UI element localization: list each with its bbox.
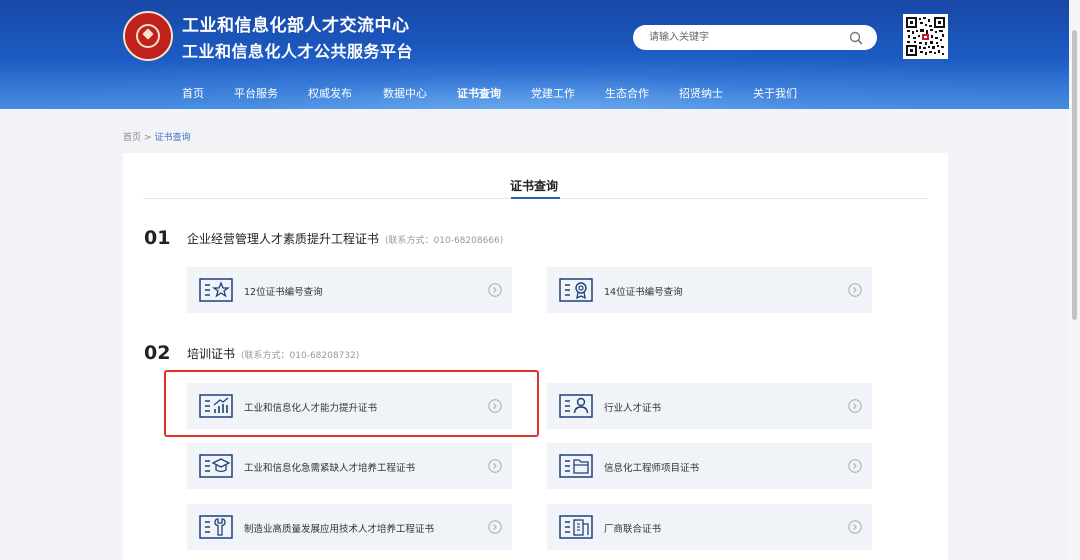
cert-card-label: 工业和信息化急需紧缺人才培养工程证书	[244, 463, 416, 474]
panel-title: 证书查询	[510, 179, 559, 193]
section-title: 培训证书 (联系方式：010-68208732)	[187, 345, 359, 362]
nav-authoritative-release[interactable]: 权威发布	[308, 85, 352, 101]
cert-card-urgent-shortage-talent[interactable]: 工业和信息化急需紧缺人才培养工程证书	[187, 443, 512, 489]
main-nav: 首页 平台服务 权威发布 数据中心 证书查询 党建工作 生态合作 招贤纳士 关于…	[0, 80, 1080, 106]
cert-card-label: 12位证书编号查询	[244, 287, 323, 298]
cert-card-label: 制造业高质量发展应用技术人才培养工程证书	[244, 524, 435, 535]
section-title-text: 企业经营管理人才素质提升工程证书	[187, 232, 380, 246]
cert-card-informatization-engineer[interactable]: 信息化工程师项目证书	[547, 443, 872, 489]
search-icon[interactable]	[848, 30, 864, 46]
nav-about-us[interactable]: 关于我们	[753, 85, 797, 101]
section-title: 企业经营管理人才素质提升工程证书 (联系方式：010-68208666)	[187, 230, 503, 247]
search-box[interactable]	[633, 25, 877, 50]
cert-card-label: 14位证书编号查询	[604, 287, 683, 298]
panel-title-underline	[511, 197, 560, 199]
arrow-right-circle-icon[interactable]	[488, 283, 502, 297]
list-person-icon	[559, 394, 593, 418]
certificate-panel: 证书查询 01 企业经营管理人才素质提升工程证书 (联系方式：010-682086…	[123, 153, 948, 560]
cert-card-12-digit-query[interactable]: 12位证书编号查询	[187, 267, 512, 313]
section-title-text: 培训证书	[187, 347, 236, 361]
section-number: 01	[144, 227, 171, 249]
logo-emblem[interactable]	[123, 11, 173, 61]
arrow-right-circle-icon[interactable]	[848, 283, 862, 297]
cert-card-label: 行业人才证书	[604, 403, 662, 414]
list-graduation-cap-icon	[199, 454, 233, 478]
nav-data-center[interactable]: 数据中心	[383, 85, 427, 101]
arrow-right-circle-icon[interactable]	[488, 520, 502, 534]
cert-card-industry-talent[interactable]: 行业人才证书	[547, 383, 872, 429]
arrow-right-circle-icon[interactable]	[848, 459, 862, 473]
cert-card-14-digit-query[interactable]: 14位证书编号查询	[547, 267, 872, 313]
cert-card-manufacturing-technical-talent[interactable]: 制造业高质量发展应用技术人才培养工程证书	[187, 504, 512, 550]
list-star-icon	[199, 278, 233, 302]
list-award-icon	[559, 278, 593, 302]
qr-code-icon	[905, 16, 946, 57]
search-input[interactable]	[649, 29, 839, 46]
arrow-right-circle-icon[interactable]	[848, 399, 862, 413]
qr-code-image	[903, 14, 948, 59]
list-building-icon	[559, 515, 593, 539]
cert-card-vendor-joint[interactable]: 厂商联合证书	[547, 504, 872, 550]
breadcrumb: 首页 > 证书查询	[123, 130, 191, 143]
section-contact: (联系方式：010-68208666)	[385, 236, 504, 246]
nav-ecosystem-cooperation[interactable]: 生态合作	[605, 85, 649, 101]
section-number: 02	[144, 342, 171, 364]
nav-platform-services[interactable]: 平台服务	[234, 85, 278, 101]
nav-recruitment[interactable]: 招贤纳士	[679, 85, 723, 101]
section-contact: (联系方式：010-68208732)	[241, 351, 360, 361]
list-wrench-icon	[199, 515, 233, 539]
cert-card-label: 信息化工程师项目证书	[604, 463, 700, 474]
site-title-line2: 工业和信息化人才公共服务平台	[182, 42, 414, 61]
cert-card-label: 厂商联合证书	[604, 524, 662, 535]
breadcrumb-separator: >	[144, 133, 152, 143]
site-header: 工业和信息化部人才交流中心 工业和信息化人才公共服务平台 请输入关键字 首页 平…	[0, 0, 1080, 109]
nav-home[interactable]: 首页	[182, 85, 204, 101]
page-scrollbar[interactable]	[1069, 0, 1080, 560]
scrollbar-thumb[interactable]	[1072, 30, 1077, 320]
arrow-right-circle-icon[interactable]	[848, 520, 862, 534]
breadcrumb-current[interactable]: 证书查询	[155, 133, 191, 143]
arrow-right-circle-icon[interactable]	[488, 459, 502, 473]
list-folder-icon	[559, 454, 593, 478]
nav-party-work[interactable]: 党建工作	[531, 85, 575, 101]
nav-certificate-query[interactable]: 证书查询	[457, 85, 501, 101]
site-title-line1: 工业和信息化部人才交流中心	[182, 16, 410, 36]
highlight-box	[164, 370, 539, 437]
breadcrumb-home[interactable]: 首页	[123, 133, 141, 143]
